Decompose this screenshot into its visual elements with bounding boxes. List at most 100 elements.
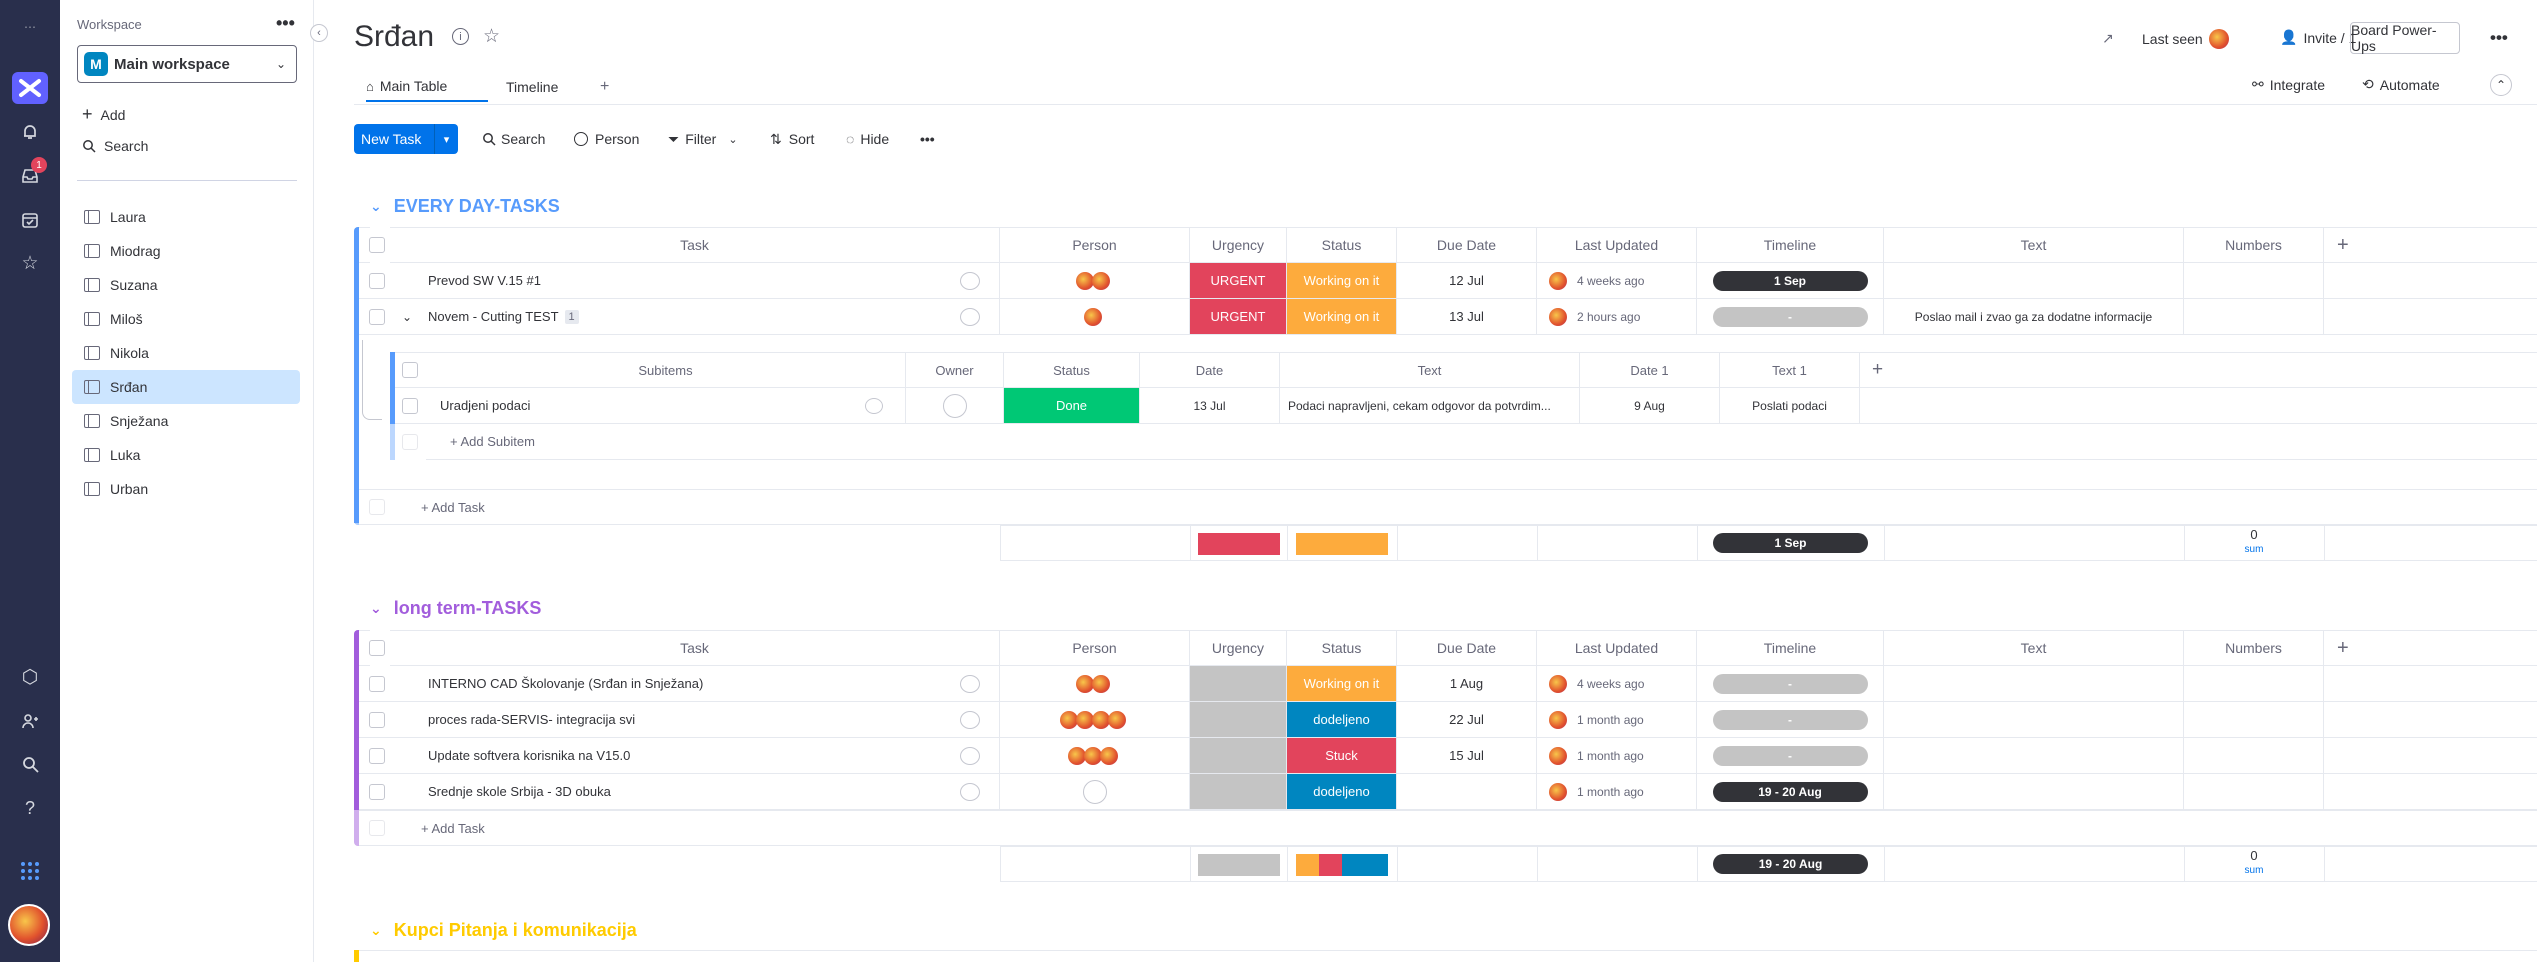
updates-cell[interactable] bbox=[940, 774, 1000, 810]
filter-button[interactable]: ⏷ Filter ⌄ bbox=[668, 124, 738, 154]
chevron-down-icon[interactable]: ⌄ bbox=[370, 198, 382, 215]
column-header[interactable]: Person bbox=[1000, 227, 1190, 263]
group-title-label[interactable]: EVERY DAY-TASKS bbox=[394, 196, 560, 217]
numbers-cell[interactable] bbox=[2184, 702, 2324, 738]
column-header[interactable]: Text bbox=[1884, 630, 2184, 666]
sidebar-search-button[interactable]: Search bbox=[82, 138, 148, 154]
column-header[interactable]: Person bbox=[1000, 630, 1190, 666]
table-row[interactable]: ⌄ Novem - Cutting TEST 1 bbox=[390, 299, 940, 335]
text-cell[interactable] bbox=[1884, 263, 2184, 299]
updates-cell[interactable] bbox=[940, 299, 1000, 335]
board-power-ups-button[interactable]: Board Power-Ups bbox=[2350, 22, 2460, 54]
due-date-cell[interactable]: 13 Jul bbox=[1397, 299, 1537, 335]
group-title[interactable]: ⌄ EVERY DAY-TASKS bbox=[370, 196, 560, 217]
inbox-icon[interactable]: 1 bbox=[17, 157, 47, 189]
updates-cell[interactable] bbox=[940, 738, 1000, 774]
favorites-star-icon[interactable]: ☆ bbox=[17, 250, 43, 276]
task-name[interactable]: proces rada-SERVIS- integracija svi bbox=[428, 712, 635, 727]
column-header[interactable]: Task bbox=[390, 630, 1000, 666]
column-header[interactable]: Urgency bbox=[1190, 630, 1287, 666]
urgency-cell[interactable]: URGENT bbox=[1190, 263, 1287, 299]
group-title-label[interactable]: long term-TASKS bbox=[394, 598, 542, 619]
subitem-text1-cell[interactable]: Poslati podaci bbox=[1720, 388, 1860, 424]
hide-button[interactable]: ◌ Hide bbox=[846, 124, 889, 154]
subitem-updates-cell[interactable] bbox=[842, 388, 906, 424]
sidebar-item-board[interactable]: Srđan bbox=[72, 370, 300, 404]
timeline-cell[interactable]: 1 Sep bbox=[1697, 263, 1884, 299]
chevron-down-icon[interactable]: ⌄ bbox=[728, 133, 737, 146]
toolbar-more-icon[interactable]: ••• bbox=[920, 124, 935, 154]
dots-icon[interactable]: ⋯ bbox=[17, 14, 43, 40]
column-header[interactable]: Numbers bbox=[2184, 227, 2324, 263]
subitem-column-header[interactable]: Subitems bbox=[426, 352, 906, 388]
table-row[interactable]: proces rada-SERVIS- integracija svi bbox=[390, 702, 940, 738]
select-all-checkbox[interactable] bbox=[369, 640, 385, 656]
chevron-down-icon[interactable]: ▾ bbox=[434, 124, 458, 154]
subitem-column-header[interactable]: Text 1 bbox=[1720, 352, 1860, 388]
subitem-text-cell[interactable]: Podaci napravljeni, cekam odgovor da pot… bbox=[1280, 388, 1580, 424]
notifications-bell-icon[interactable] bbox=[17, 119, 43, 145]
person-cell[interactable] bbox=[1000, 666, 1190, 702]
status-cell[interactable]: Working on it bbox=[1287, 299, 1397, 335]
row-checkbox[interactable] bbox=[369, 273, 385, 289]
user-avatar[interactable] bbox=[8, 904, 50, 946]
subitem-column-header[interactable]: Date 1 bbox=[1580, 352, 1720, 388]
urgency-cell[interactable]: URGENT bbox=[1190, 299, 1287, 335]
column-header[interactable]: + bbox=[2324, 630, 2537, 666]
sidebar-item-board[interactable]: Miodrag bbox=[72, 234, 300, 268]
column-header[interactable]: Status bbox=[1287, 630, 1397, 666]
column-header[interactable]: Timeline bbox=[1697, 630, 1884, 666]
group-title[interactable]: ⌄ Kupci Pitanja i komunikacija bbox=[370, 920, 637, 941]
add-button[interactable]: + Add bbox=[82, 104, 125, 125]
urgency-cell[interactable] bbox=[1190, 738, 1287, 774]
row-checkbox[interactable] bbox=[369, 748, 385, 764]
column-header[interactable]: Last Updated bbox=[1537, 630, 1697, 666]
select-all-checkbox[interactable] bbox=[369, 237, 385, 253]
add-view-button[interactable]: + bbox=[600, 72, 609, 102]
text-cell[interactable] bbox=[1884, 666, 2184, 702]
task-name[interactable]: INTERNO CAD Školovanje (Srđan in Snježan… bbox=[428, 676, 703, 691]
column-header[interactable]: Timeline bbox=[1697, 227, 1884, 263]
automate-button[interactable]: ⟲ Automate bbox=[2362, 76, 2440, 93]
text-cell[interactable] bbox=[1884, 702, 2184, 738]
row-checkbox[interactable] bbox=[369, 712, 385, 728]
invite-button[interactable]: 👤 Invite / 1 bbox=[2280, 29, 2356, 46]
urgency-cell[interactable] bbox=[1190, 774, 1287, 810]
column-header[interactable]: Due Date bbox=[1397, 227, 1537, 263]
search-button[interactable]: Search bbox=[482, 124, 545, 154]
table-row[interactable]: Prevod SW V.15 #1 bbox=[390, 263, 940, 299]
subitem-column-header[interactable]: Owner bbox=[906, 352, 1004, 388]
numbers-cell[interactable] bbox=[2184, 299, 2324, 335]
subitem-name[interactable]: Uradjeni podaci bbox=[426, 388, 842, 424]
table-row[interactable]: Srednje skole Srbija - 3D obuka bbox=[390, 774, 940, 810]
numbers-cell[interactable] bbox=[2184, 774, 2324, 810]
sidebar-item-board[interactable]: Suzana bbox=[72, 268, 300, 302]
person-cell[interactable] bbox=[1000, 299, 1190, 335]
integrate-button[interactable]: ⚯ Integrate bbox=[2252, 76, 2325, 93]
subitem-owner-cell[interactable] bbox=[906, 388, 1004, 424]
group-title[interactable]: ⌄ long term-TASKS bbox=[370, 598, 541, 619]
person-cell[interactable] bbox=[1000, 263, 1190, 299]
invite-members-icon[interactable] bbox=[17, 708, 43, 734]
sort-button[interactable]: ⇅ Sort bbox=[770, 124, 814, 154]
person-cell[interactable] bbox=[1000, 702, 1190, 738]
status-cell[interactable]: dodeljeno bbox=[1287, 702, 1397, 738]
person-cell[interactable] bbox=[1000, 738, 1190, 774]
sidebar-item-board[interactable]: Luka bbox=[72, 438, 300, 472]
column-header[interactable]: Status bbox=[1287, 227, 1397, 263]
add-subitem-button[interactable]: + Add Subitem bbox=[426, 424, 2537, 460]
row-checkbox[interactable] bbox=[369, 309, 385, 325]
updates-cell[interactable] bbox=[940, 702, 1000, 738]
timeline-cell[interactable]: - bbox=[1697, 299, 1884, 335]
person-filter-button[interactable]: Person bbox=[574, 124, 639, 154]
text-cell[interactable]: Poslao mail i zvao ga za dodatne informa… bbox=[1884, 299, 2184, 335]
timeline-cell[interactable]: 19 - 20 Aug bbox=[1697, 774, 1884, 810]
person-cell[interactable] bbox=[1000, 774, 1190, 810]
task-name[interactable]: Prevod SW V.15 #1 bbox=[428, 273, 541, 288]
due-date-cell[interactable] bbox=[1397, 774, 1537, 810]
column-header[interactable]: Urgency bbox=[1190, 227, 1287, 263]
due-date-cell[interactable]: 22 Jul bbox=[1397, 702, 1537, 738]
status-cell[interactable]: Working on it bbox=[1287, 666, 1397, 702]
status-cell[interactable]: Working on it bbox=[1287, 263, 1397, 299]
updates-cell[interactable] bbox=[940, 263, 1000, 299]
